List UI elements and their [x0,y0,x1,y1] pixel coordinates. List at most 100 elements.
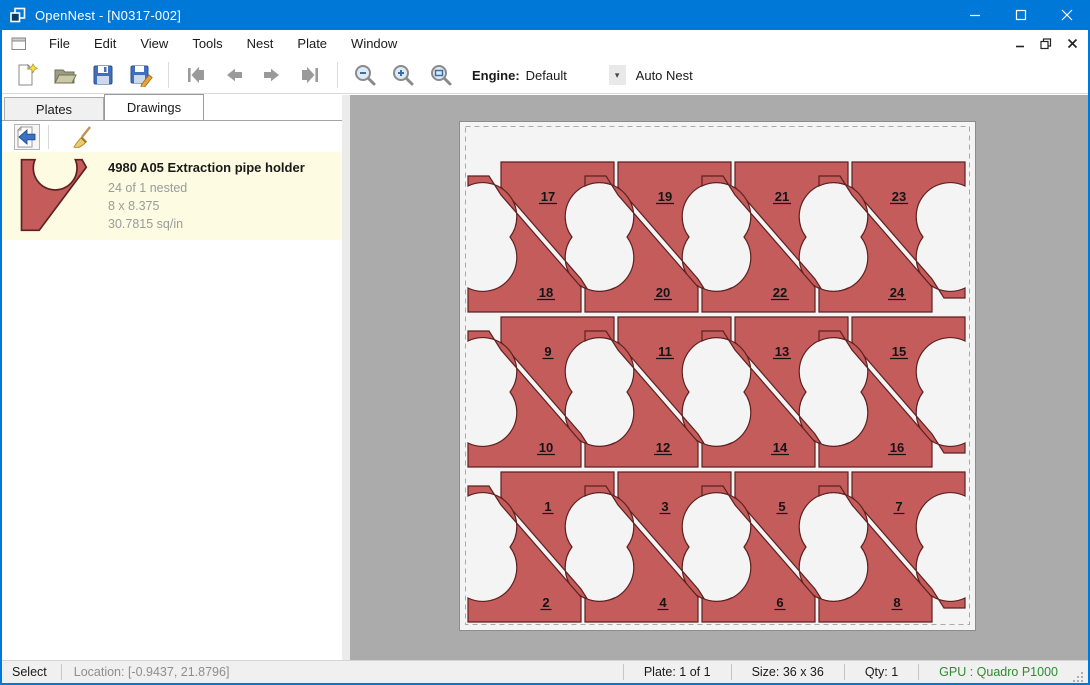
tab-drawings-label: Drawings [127,100,181,115]
menu-file[interactable]: File [37,31,82,56]
engine-value: Default [526,68,609,83]
part-number: 8 [893,595,900,610]
open-button[interactable] [50,60,80,90]
arrow-left-icon [222,63,246,87]
titlebar[interactable]: OpenNest - [N0317-002] [0,0,1090,30]
part-number: 1 [544,499,551,514]
engine-combobox[interactable]: Default ▾ [526,65,626,85]
window-border-left [0,0,2,685]
import-drawing-icon [16,126,38,148]
save-as-icon [129,63,153,87]
part-number: 20 [656,285,670,300]
previous-plate-button[interactable] [219,60,249,90]
arrow-right-icon [260,63,284,87]
mdi-minimize-button[interactable] [1012,36,1028,52]
save-as-button[interactable] [126,60,156,90]
menu-window[interactable]: Window [339,31,409,56]
window-title: OpenNest - [N0317-002] [35,8,181,23]
next-plate-button[interactable] [257,60,287,90]
part-number: 5 [778,499,785,514]
tab-plates-label: Plates [36,102,72,117]
part-number: 14 [773,440,788,455]
zoom-fit-button[interactable] [426,60,456,90]
panel-tabstrip: Plates Drawings [2,95,342,121]
part-number: 9 [544,344,551,359]
import-drawing-button[interactable] [14,124,40,150]
part-number: 16 [890,440,904,455]
part-number: 4 [659,595,667,610]
part-number: 24 [890,285,905,300]
resize-grip[interactable] [1072,671,1084,683]
mdi-close-icon [1067,38,1078,49]
go-last-icon [298,63,322,87]
save-button[interactable] [88,60,118,90]
drawing-size: 8 x 8.375 [108,197,305,215]
mdi-minimize-icon [1015,38,1026,49]
close-icon [1061,9,1073,21]
nest-view[interactable]: 171819202122232491011121314151612345678 [350,95,1088,660]
part-number: 11 [658,344,672,359]
document-window-icon[interactable] [11,36,27,52]
new-button[interactable] [12,60,42,90]
maximize-icon [1015,9,1027,21]
drawing-title: 4980 A05 Extraction pipe holder [108,160,305,175]
tab-drawings[interactable]: Drawings [104,94,204,120]
part-number: 19 [658,189,672,204]
part-thumbnail [18,158,94,232]
auto-nest-label[interactable]: Auto Nest [636,68,693,83]
app-icon [9,6,27,24]
part-number: 23 [892,189,906,204]
panel-divider[interactable] [342,95,350,660]
part-number: 10 [539,440,553,455]
part-number: 15 [892,344,906,359]
status-plate: Plate: 1 of 1 [624,665,731,679]
first-plate-button[interactable] [181,60,211,90]
toolbar-separator [337,62,338,88]
part-number: 18 [539,285,553,300]
part-number: 17 [541,189,555,204]
zoom-in-icon [391,63,415,87]
new-document-icon [15,63,39,87]
chevron-down-icon[interactable]: ▾ [609,65,626,85]
toolbar-separator [48,125,49,149]
part-number: 7 [895,499,902,514]
drawing-nested-count: 24 of 1 nested [108,179,305,197]
part-number: 13 [775,344,789,359]
menu-plate[interactable]: Plate [285,31,339,56]
status-size: Size: 36 x 36 [732,665,844,679]
mdi-restore-button[interactable] [1038,36,1054,52]
menu-view[interactable]: View [128,31,180,56]
zoom-out-button[interactable] [350,60,380,90]
clear-drawings-button[interactable] [69,124,95,150]
go-first-icon [184,63,208,87]
menu-nest[interactable]: Nest [235,31,286,56]
zoom-out-icon [353,63,377,87]
part-number: 22 [773,285,787,300]
close-button[interactable] [1044,0,1090,30]
menu-edit[interactable]: Edit [82,31,128,56]
zoom-in-button[interactable] [388,60,418,90]
last-plate-button[interactable] [295,60,325,90]
tab-plates[interactable]: Plates [4,97,104,120]
drawings-toolbar [2,121,342,152]
mdi-restore-icon [1040,38,1052,50]
status-qty: Qty: 1 [845,665,918,679]
status-separator [61,664,62,680]
menubar: File Edit View Tools Nest Plate Window [2,30,1088,57]
part-number: 21 [775,189,789,204]
drawings-panel: Plates Drawings [2,95,342,660]
drawing-area: 30.7815 sq/in [108,215,305,233]
status-gpu: GPU : Quadro P1000 [919,665,1072,679]
part-number: 2 [542,595,549,610]
maximize-button[interactable] [998,0,1044,30]
toolbar-separator [168,62,169,88]
mdi-close-button[interactable] [1064,36,1080,52]
nest-canvas[interactable]: 171819202122232491011121314151612345678 [350,95,1088,660]
part-number: 12 [656,440,670,455]
minimize-button[interactable] [952,0,998,30]
drawing-list-item[interactable]: 4980 A05 Extraction pipe holder 24 of 1 … [2,152,342,240]
save-icon [91,63,115,87]
menu-tools[interactable]: Tools [180,31,234,56]
app-window: OpenNest - [N0317-002] File Edit View To… [0,0,1090,685]
status-mode: Select [12,665,47,679]
